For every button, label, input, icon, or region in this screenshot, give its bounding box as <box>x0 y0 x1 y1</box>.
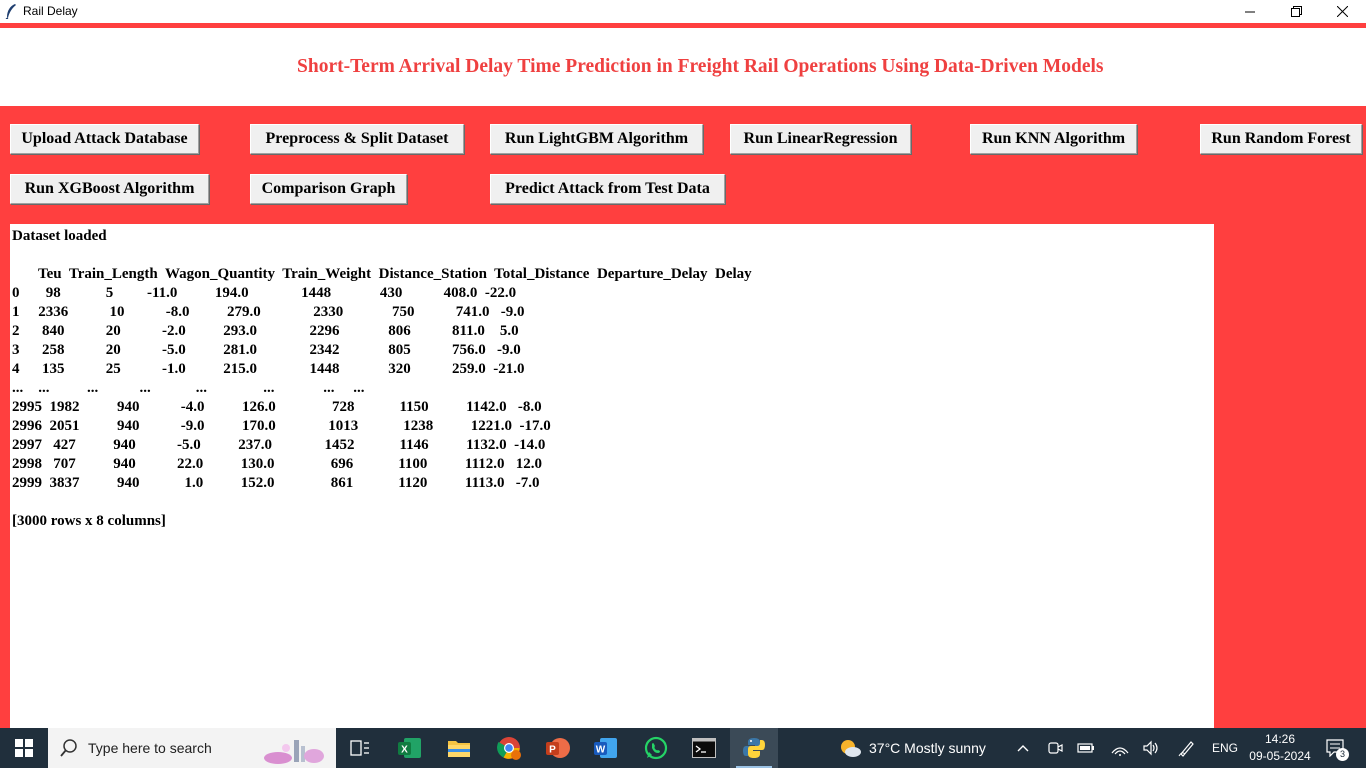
svg-text:X: X <box>401 745 408 756</box>
whatsapp-icon <box>644 736 668 760</box>
output-table-row: 1 2336 10 -8.0 279.0 2330 750 741.0 -9.0 <box>12 304 525 320</box>
header-panel: Short-Term Arrival Delay Time Prediction… <box>0 28 1366 106</box>
title-bar: Rail Delay <box>0 0 1366 23</box>
powerpoint-icon: P <box>546 738 570 758</box>
file-explorer-icon <box>448 741 470 757</box>
output-table-row: 2999 3837 940 1.0 152.0 861 1120 1113.0 … <box>12 475 540 491</box>
weather-sunny-icon <box>841 740 861 757</box>
taskbar: Type here to search X P W 37°C Mostly su… <box>0 728 1366 768</box>
clock-time: 14:26 <box>1264 732 1296 746</box>
output-table-row: 0 98 5 -11.0 194.0 1448 430 408.0 -22.0 <box>12 285 517 301</box>
window-title: Rail Delay <box>23 4 78 18</box>
output-text: Dataset loaded Teu Train_Length Wagon_Qu… <box>10 224 1214 531</box>
chrome-icon <box>497 737 521 760</box>
pen-icon <box>1178 741 1194 757</box>
predict-test-data-button[interactable]: Predict Attack from Test Data <box>490 174 725 204</box>
pen-workspace-button[interactable] <box>1176 728 1198 768</box>
output-table-ellipsis: ... ... ... ... ... ... ... ... <box>12 380 365 396</box>
terminal-taskbar-button[interactable] <box>680 728 728 768</box>
search-placeholder: Type here to search <box>88 740 212 756</box>
minimize-button[interactable] <box>1227 0 1273 23</box>
task-view-icon <box>350 740 369 756</box>
file-explorer-taskbar-button[interactable] <box>435 728 483 768</box>
task-view-button[interactable] <box>336 728 384 768</box>
output-table-header: Teu Train_Length Wagon_Quantity Train_We… <box>12 266 752 282</box>
run-xgboost-button[interactable]: Run XGBoost Algorithm <box>10 174 209 204</box>
excel-taskbar-button[interactable]: X <box>386 728 434 768</box>
close-button[interactable] <box>1319 0 1365 23</box>
battery-button[interactable] <box>1075 728 1097 768</box>
output-table-row: 4 135 25 -1.0 215.0 1448 320 259.0 -21.0 <box>12 361 525 377</box>
output-table-row: 2998 707 940 22.0 130.0 696 1100 1112.0 … <box>12 456 543 472</box>
excel-icon: X <box>398 738 421 758</box>
chrome-taskbar-button[interactable] <box>485 728 533 768</box>
comparison-graph-button[interactable]: Comparison Graph <box>250 174 407 204</box>
whatsapp-taskbar-button[interactable] <box>632 728 680 768</box>
python-icon <box>743 738 765 758</box>
output-table-row: 2997 427 940 -5.0 237.0 1452 1146 1132.0… <box>12 437 546 453</box>
word-icon: W <box>594 738 617 758</box>
feather-icon <box>5 4 16 19</box>
meet-now-button[interactable] <box>1044 728 1066 768</box>
python-taskbar-button[interactable] <box>730 728 778 768</box>
search-highlight-icon <box>264 740 324 764</box>
page-title: Short-Term Arrival Delay Time Prediction… <box>297 56 1104 77</box>
chevron-up-icon <box>1017 745 1029 752</box>
restore-button[interactable] <box>1273 0 1319 23</box>
output-summary: [3000 rows x 8 columns] <box>12 513 166 529</box>
search-icon <box>60 739 77 757</box>
clock-date: 09-05-2024 <box>1249 749 1311 763</box>
speaker-icon <box>1143 740 1158 756</box>
output-table-row: 2 840 20 -2.0 293.0 2296 806 811.0 5.0 <box>12 323 519 339</box>
restore-icon <box>1290 6 1302 17</box>
wifi-icon <box>1111 747 1129 756</box>
powerpoint-taskbar-button[interactable]: P <box>534 728 582 768</box>
start-button[interactable] <box>0 728 48 768</box>
svg-text:P: P <box>549 745 556 756</box>
weather-text[interactable]: 37°C Mostly sunny <box>869 740 986 756</box>
svg-text:W: W <box>596 745 606 756</box>
run-random-forest-button[interactable]: Run Random Forest <box>1200 124 1362 154</box>
show-hidden-icons-button[interactable] <box>1012 728 1034 768</box>
notification-count-badge: 3 <box>1336 748 1349 761</box>
run-knn-button[interactable]: Run KNN Algorithm <box>970 124 1137 154</box>
output-table-row: 2996 2051 940 -9.0 170.0 1013 1238 1221.… <box>12 418 551 434</box>
run-linear-regression-button[interactable]: Run LinearRegression <box>730 124 911 154</box>
terminal-icon <box>692 738 716 758</box>
output-table-row: 2995 1982 940 -4.0 126.0 728 1150 1142.0… <box>12 399 542 415</box>
camera-icon <box>1048 742 1063 754</box>
run-lightgbm-button[interactable]: Run LightGBM Algorithm <box>490 124 703 154</box>
volume-button[interactable] <box>1140 728 1162 768</box>
word-taskbar-button[interactable]: W <box>582 728 630 768</box>
minimize-icon <box>1245 11 1255 12</box>
upload-dataset-button[interactable]: Upload Attack Database <box>10 124 199 154</box>
language-indicator[interactable]: ENG <box>1212 741 1238 755</box>
output-line: Dataset loaded <box>12 228 107 244</box>
network-button[interactable] <box>1109 728 1131 768</box>
output-table-row: 3 258 20 -5.0 281.0 2342 805 756.0 -9.0 <box>12 342 521 358</box>
notifications-button[interactable]: 3 <box>1322 728 1350 768</box>
close-icon <box>1336 6 1348 17</box>
preprocess-split-button[interactable]: Preprocess & Split Dataset <box>250 124 464 154</box>
windows-icon <box>15 739 33 757</box>
weather-button[interactable] <box>838 728 862 768</box>
taskbar-search-box[interactable]: Type here to search <box>48 728 336 768</box>
output-text-area[interactable]: Dataset loaded Teu Train_Length Wagon_Qu… <box>10 224 1214 728</box>
battery-icon <box>1077 743 1094 753</box>
clock[interactable]: 14:26 09-05-2024 <box>1248 731 1312 765</box>
